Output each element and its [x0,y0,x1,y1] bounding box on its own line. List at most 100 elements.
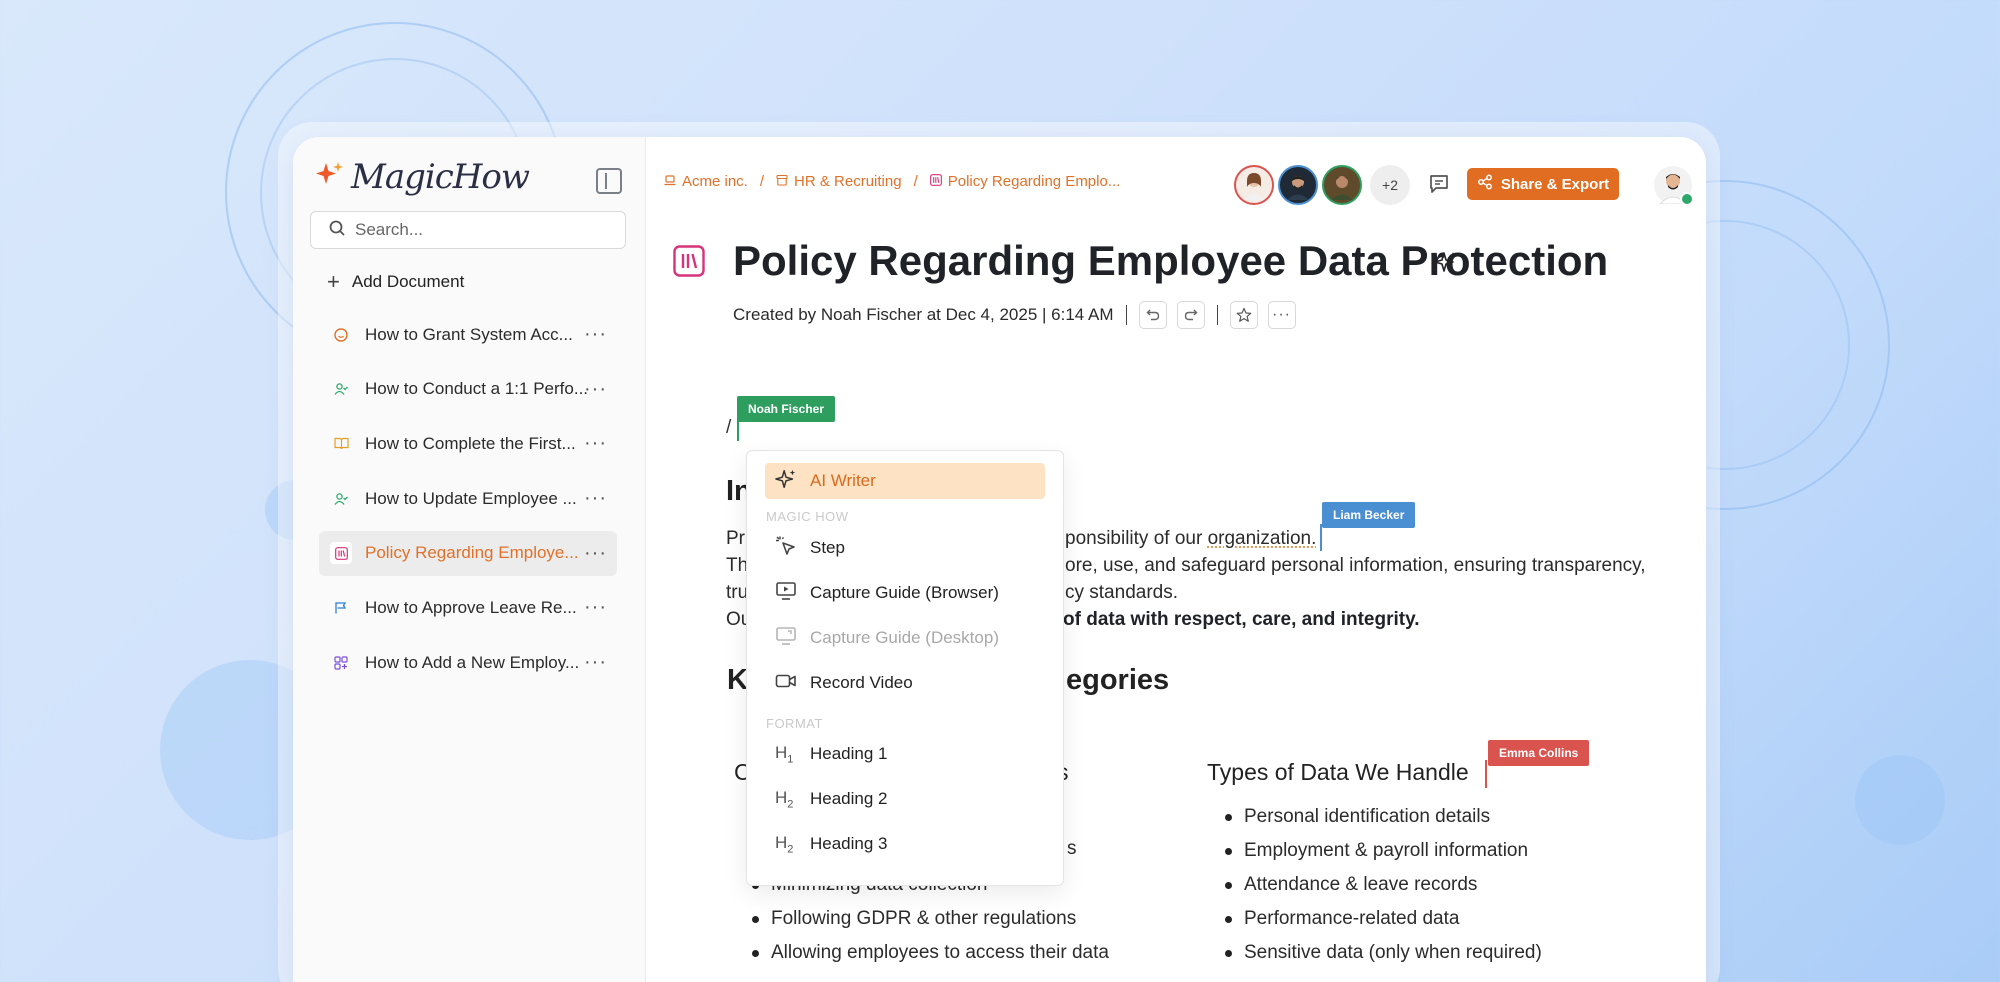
smile-icon [333,327,349,343]
plus-icon: + [327,269,340,294]
user-check-icon [333,491,349,507]
menu-item-step[interactable]: Step [765,530,1045,566]
search-box[interactable] [310,211,626,249]
collaborator-cursor [1485,760,1487,788]
more-options-icon[interactable]: ··· [584,432,607,455]
avatar[interactable] [1278,165,1318,205]
paragraph-line-1-end: ponsibility of our organization. [1065,525,1316,552]
paragraph-link-text: organization. [1207,528,1317,549]
breadcrumb-item[interactable]: Policy Regarding Emplo... [929,173,1120,190]
monitor-play-icon [775,580,797,607]
library-icon [929,173,942,190]
undo-icon[interactable] [1138,301,1167,329]
sparkle-icon[interactable] [1434,250,1458,279]
breadcrumb: Acme inc. / HR & Recruiting / Policy Reg… [664,173,1120,190]
more-options-icon[interactable]: ··· [584,378,607,401]
more-collaborators-badge[interactable]: +2 [1370,165,1410,205]
add-document-label: Add Document [351,272,465,291]
collaborator-tag: Liam Becker [1322,502,1416,528]
online-status-icon [1680,192,1694,206]
sidebar-item-grant-system-access[interactable]: How to Grant System Acc... ··· [319,312,617,357]
document-meta: Created by Noah Fischer at Dec 4, 2025 |… [733,301,1296,329]
logo[interactable]: MagicHow [315,157,530,197]
collaborator-avatars: +2 [1234,165,1410,205]
heading-3-icon: H2 [775,832,794,856]
menu-item-label: Heading 3 [810,834,888,853]
menu-item-heading-1[interactable]: H1 Heading 1 [765,736,1045,772]
laptop-icon [664,173,676,190]
menu-item-capture-desktop[interactable]: Capture Guide (Desktop) [765,620,1045,656]
list-item: Following GDPR & other regulations [749,902,1109,936]
share-export-label: Share & Export [1500,175,1610,193]
sidebar-item-update-employee[interactable]: How to Update Employee ... ··· [319,476,617,521]
redo-icon[interactable] [1176,301,1205,329]
menu-section-label: MAGIC HOW [766,509,849,524]
avatar[interactable] [1322,165,1362,205]
folder-icon [776,173,788,190]
menu-item-ai-writer[interactable]: AI Writer [765,463,1045,499]
sparkle-logo-icon [315,160,345,195]
created-by-text: Created by Noah Fischer at Dec 4, 2025 |… [733,305,1114,324]
breadcrumb-item[interactable]: Acme inc. [664,173,748,190]
more-options-icon[interactable]: ··· [584,596,607,619]
more-options-icon[interactable]: ··· [1267,301,1296,329]
menu-item-label: Capture Guide (Desktop) [810,628,999,647]
search-icon [329,220,345,241]
collaborator-cursor [1320,524,1322,551]
menu-item-label: Capture Guide (Browser) [810,583,999,602]
sidebar-item-conduct-1-1[interactable]: How to Conduct a 1:1 Perfo... ··· [319,367,617,412]
sidebar-item-policy-employee-data[interactable]: Policy Regarding Employe... ··· [319,530,617,576]
menu-item-heading-2[interactable]: H2 Heading 2 [765,781,1045,817]
add-document-button[interactable]: + Add Document [327,271,464,293]
star-icon[interactable] [1229,301,1258,329]
library-icon[interactable] [673,245,705,282]
book-open-icon [333,436,349,452]
avatar[interactable] [1234,165,1274,205]
breadcrumb-separator: / [759,173,765,190]
divider [1216,305,1218,325]
sidebar-item-approve-leave[interactable]: How to Approve Leave Re... ··· [319,585,617,630]
share-export-button[interactable]: Share & Export [1467,168,1619,200]
list-item: Sensitive data (only when required) [1222,936,1542,970]
share-icon [1477,174,1493,194]
bullet-list: Personal identification details Employme… [1222,800,1542,970]
menu-item-label: Heading 2 [810,789,888,808]
more-options-icon[interactable]: ··· [584,542,607,565]
section-heading-end: egories [1066,664,1170,696]
heading-1-icon: H1 [775,742,794,766]
list-item: Performance-related data [1222,902,1542,936]
background-blob [1855,755,1945,845]
sidebar-item-label: How to Complete the First... [365,433,576,453]
page-title[interactable]: Policy Regarding Employee Data Protectio… [733,237,1608,285]
list-item: Employment & payroll information [1222,834,1542,868]
menu-item-heading-3[interactable]: H2 Heading 3 [765,826,1045,862]
grid-icon [333,655,349,671]
document-list: How to Grant System Acc... ··· How to Co… [319,312,617,695]
menu-item-capture-browser[interactable]: Capture Guide (Browser) [765,575,1045,611]
paragraph-line-3: tru [726,582,749,603]
sidebar-item-label: How to Update Employee ... [365,488,577,508]
menu-item-label: Record Video [810,673,913,692]
sidebar-item-add-new-employee[interactable]: How to Add a New Employ... ··· [319,640,617,685]
list-item: Personal identification details [1222,800,1542,834]
more-options-icon[interactable]: ··· [584,487,607,510]
comment-icon[interactable] [1428,173,1450,200]
paragraph-line-2-end: ore, use, and safeguard personal informa… [1065,555,1646,576]
more-options-icon[interactable]: ··· [584,323,607,346]
user-avatar[interactable] [1654,166,1694,206]
more-options-icon[interactable]: ··· [584,651,607,674]
breadcrumb-item[interactable]: HR & Recruiting [776,173,902,190]
breadcrumb-label: HR & Recruiting [794,173,902,190]
sidebar-item-label: How to Add a New Employ... [365,652,580,672]
menu-section-label: FORMAT [766,716,823,731]
sidebar: MagicHow + Add Document How to Grant Sys… [293,137,646,982]
column-heading: Types of Data We Handle [1207,759,1469,785]
search-input[interactable] [355,220,595,240]
paragraph-block: Pr [726,525,745,552]
breadcrumb-separator: / [913,173,918,190]
sidebar-collapse-icon[interactable] [596,168,622,194]
collaborator-tag: Emma Collins [1488,740,1590,766]
sidebar-item-complete-first[interactable]: How to Complete the First... ··· [319,421,617,466]
library-icon [330,542,352,565]
menu-item-record-video[interactable]: Record Video [765,665,1045,701]
